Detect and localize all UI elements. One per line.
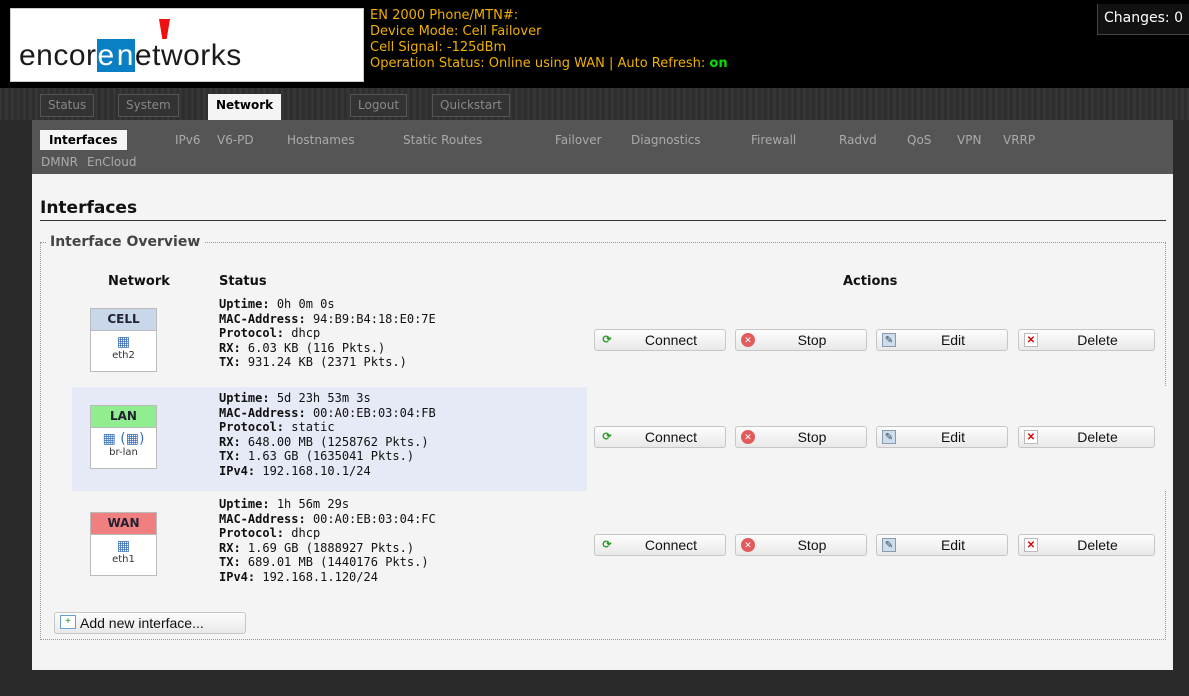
tab-status[interactable]: Status (40, 94, 95, 117)
subtab-v6-pd[interactable]: V6-PD (208, 130, 263, 150)
subtab-ipv6[interactable]: IPv6 (166, 130, 210, 150)
connect-button[interactable]: ⟳ Connect (594, 329, 726, 351)
auto-refresh-toggle[interactable]: on (709, 56, 727, 71)
add-new-interface-button[interactable]: + Add new interface... (54, 612, 246, 634)
tab-logout[interactable]: Logout (350, 94, 408, 117)
add-icon: + (60, 615, 76, 629)
operation-status-line: Operation Status: Online using WAN | Aut… (370, 56, 728, 71)
table-row-lan: LAN ▦ (▦) br-lan Uptime: 5d 23h 53m 3s M… (72, 387, 1167, 491)
refresh-icon: ⟳ (602, 334, 612, 346)
network-badge-lan[interactable]: LAN ▦ (▦) br-lan (90, 405, 157, 469)
subtab-radvd[interactable]: Radvd (830, 130, 886, 150)
subtab-qos[interactable]: QoS (898, 130, 940, 150)
subtab-encloud[interactable]: EnCloud (78, 152, 145, 172)
subtab-failover[interactable]: Failover (546, 130, 611, 150)
subtab-interfaces[interactable]: Interfaces (40, 130, 127, 150)
stop-button[interactable]: ✕ Stop (735, 534, 867, 556)
changes-counter[interactable]: Changes: 0 (1097, 4, 1189, 35)
subtab-vrrp[interactable]: VRRP (994, 130, 1044, 150)
subtab-diagnostics[interactable]: Diagnostics (622, 130, 710, 150)
delete-icon: ✕ (1024, 333, 1038, 347)
stop-button[interactable]: ✕ Stop (735, 426, 867, 448)
table-row-wan: WAN ▦ eth1 Uptime: 1h 56m 29s MAC-Addres… (72, 494, 1167, 598)
edit-button[interactable]: ✎ Edit (876, 426, 1008, 448)
tab-quickstart[interactable]: Quickstart (432, 94, 510, 117)
device-mode-line: Device Mode: Cell Failover (370, 24, 542, 39)
device-name: eth2 (112, 350, 135, 361)
subtab-firewall[interactable]: Firewall (742, 130, 805, 150)
interface-status: Uptime: 1h 56m 29s MAC-Address: 00:A0:EB… (219, 497, 436, 584)
tab-system[interactable]: System (118, 94, 179, 117)
main-nav: Status System Network Logout Quickstart (0, 88, 1189, 122)
delete-button[interactable]: ✕ Delete (1018, 534, 1155, 556)
cell-signal-line: Cell Signal: -125dBm (370, 40, 507, 55)
interface-status: Uptime: 0h 0m 0s MAC-Address: 94:B9:B4:1… (219, 297, 436, 369)
stop-icon: ✕ (741, 430, 755, 444)
refresh-icon: ⟳ (602, 431, 612, 443)
network-port-icon: ▦ (116, 334, 131, 350)
phone-line: EN 2000 Phone/MTN#: (370, 8, 519, 23)
subtab-vpn[interactable]: VPN (948, 130, 990, 150)
subtab-static-routes[interactable]: Static Routes (394, 130, 491, 150)
table-row-cell: CELL ▦ eth2 Uptime: 0h 0m 0s MAC-Address… (72, 294, 1167, 386)
page-title: Interfaces (40, 198, 1166, 221)
bridge-icon: ▦ (▦) (102, 431, 145, 447)
logo-mark-icon (159, 19, 170, 39)
logo: encorenetworks (10, 8, 364, 82)
connect-button[interactable]: ⟳ Connect (594, 534, 726, 556)
interface-overview-legend: Interface Overview (46, 234, 205, 250)
edit-button[interactable]: ✎ Edit (876, 534, 1008, 556)
edit-icon: ✎ (882, 538, 896, 552)
interface-status: Uptime: 5d 23h 53m 3s MAC-Address: 00:A0… (219, 391, 436, 478)
header: encorenetworks EN 2000 Phone/MTN#: Devic… (0, 0, 1189, 88)
delete-icon: ✕ (1024, 538, 1038, 552)
refresh-icon: ⟳ (602, 539, 612, 551)
edit-icon: ✎ (882, 333, 896, 347)
connect-button[interactable]: ⟳ Connect (594, 426, 726, 448)
stop-button[interactable]: ✕ Stop (735, 329, 867, 351)
content-area: Interfaces Interface Overview Network St… (32, 174, 1173, 670)
network-name: LAN (91, 406, 156, 428)
column-header-actions: Actions (843, 274, 898, 289)
edit-icon: ✎ (882, 430, 896, 444)
network-port-icon: ▦ (116, 538, 131, 554)
device-info: EN 2000 Phone/MTN#: Device Mode: Cell Fa… (370, 8, 728, 72)
column-header-network: Network (108, 274, 170, 289)
column-header-status: Status (219, 274, 267, 289)
delete-icon: ✕ (1024, 430, 1038, 444)
logo-text: encorenetworks (19, 39, 242, 72)
delete-button[interactable]: ✕ Delete (1018, 329, 1155, 351)
network-name: WAN (91, 513, 156, 535)
network-badge-cell[interactable]: CELL ▦ eth2 (90, 308, 157, 372)
delete-button[interactable]: ✕ Delete (1018, 426, 1155, 448)
network-name: CELL (91, 309, 156, 331)
device-name: eth1 (112, 554, 135, 565)
network-badge-wan[interactable]: WAN ▦ eth1 (90, 512, 157, 576)
device-name: br-lan (109, 447, 138, 458)
tab-network[interactable]: Network (208, 94, 282, 122)
edit-button[interactable]: ✎ Edit (876, 329, 1008, 351)
stop-icon: ✕ (741, 333, 755, 347)
stop-icon: ✕ (741, 538, 755, 552)
sub-nav: Interfaces IPv6 V6-PD Hostnames Static R… (32, 120, 1173, 174)
subtab-hostnames[interactable]: Hostnames (278, 130, 364, 150)
